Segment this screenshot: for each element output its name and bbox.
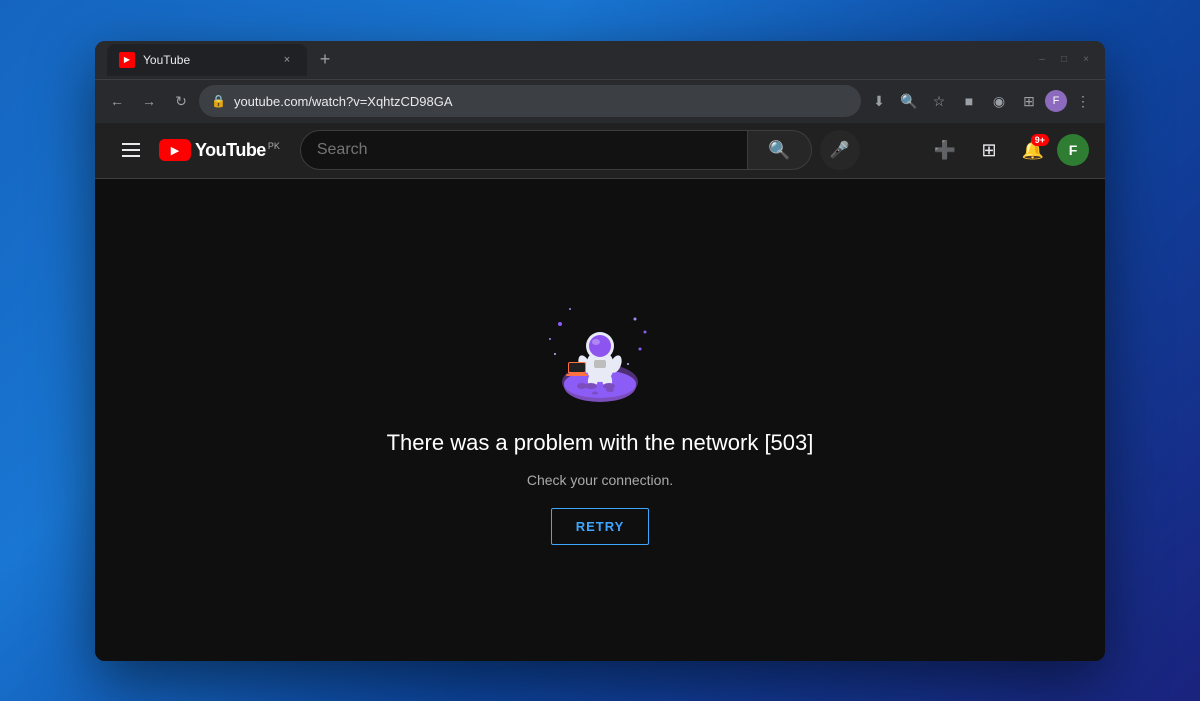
browser-menu-button[interactable]: ⋮ [1069,87,1097,115]
new-tab-button[interactable]: + [311,46,339,74]
youtube-content-area: There was a problem with the network [50… [95,179,1105,661]
youtube-header-actions: ➕ ⊞ 🔔 9+ F [925,130,1089,170]
retry-button[interactable]: RETRY [551,508,650,545]
tab-title: YouTube [143,53,271,67]
search-input[interactable] [317,141,731,159]
search-input-wrapper[interactable] [300,130,748,170]
youtube-search-area: 🔍 🎤 [300,130,860,170]
download-icon[interactable]: ⬇ [865,87,893,115]
search-button[interactable]: 🔍 [748,130,812,170]
back-button[interactable]: ← [103,87,131,115]
address-text: youtube.com/watch?v=XqhtzCD98GA [234,94,849,109]
address-input-area[interactable]: 🔒 youtube.com/watch?v=XqhtzCD98GA [199,85,861,117]
forward-button[interactable]: → [135,87,163,115]
notification-badge: 9+ [1031,134,1049,146]
youtube-logo-text: YouTubePK [195,140,280,161]
apps-icon: ⊞ [981,140,996,161]
user-avatar[interactable]: F [1057,134,1089,166]
maximize-button[interactable]: □ [1057,53,1071,67]
tab-close-button[interactable]: × [279,52,295,68]
error-container: There was a problem with the network [50… [387,294,814,545]
youtube-header: YouTubePK 🔍 🎤 ➕ ⊞ 🔔 9+ [95,123,1105,179]
address-bar: ← → ↻ 🔒 youtube.com/watch?v=XqhtzCD98GA … [95,79,1105,123]
close-button[interactable]: × [1079,53,1093,67]
tab-area: YouTube × + [107,44,1027,76]
minimize-button[interactable]: – [1035,53,1049,67]
browser-window: YouTube × + – □ × ← → ↻ 🔒 youtube.com/wa… [95,41,1105,661]
youtube-logo[interactable]: YouTubePK [159,139,280,161]
youtube-app: YouTubePK 🔍 🎤 ➕ ⊞ 🔔 9+ [95,123,1105,661]
tab-favicon-icon [119,52,135,68]
zoom-icon[interactable]: 🔍 [895,87,923,115]
error-illustration [540,294,660,414]
browser-profile-avatar[interactable]: F [1045,90,1067,112]
extensions-icon[interactable]: ⊞ [1015,87,1043,115]
title-bar: YouTube × + – □ × [95,41,1105,79]
active-tab[interactable]: YouTube × [107,44,307,76]
window-controls: – □ × [1035,53,1093,67]
extension2-icon[interactable]: ◉ [985,87,1013,115]
hamburger-icon [122,143,140,157]
apps-button[interactable]: ⊞ [969,130,1009,170]
create-button[interactable]: ➕ [925,130,965,170]
browser-actions: ⬇ 🔍 ☆ ■ ◉ ⊞ F ⋮ [865,87,1097,115]
bookmark-icon[interactable]: ☆ [925,87,953,115]
youtube-logo-icon [159,139,191,161]
create-icon: ➕ [934,140,956,161]
microphone-button[interactable]: 🎤 [820,130,860,170]
reload-button[interactable]: ↻ [167,87,195,115]
extension1-icon[interactable]: ■ [955,87,983,115]
hamburger-menu-button[interactable] [111,130,151,170]
error-subtitle: Check your connection. [527,472,673,488]
lock-icon: 🔒 [211,94,226,108]
notifications-button[interactable]: 🔔 9+ [1013,130,1053,170]
error-title: There was a problem with the network [50… [387,430,814,456]
